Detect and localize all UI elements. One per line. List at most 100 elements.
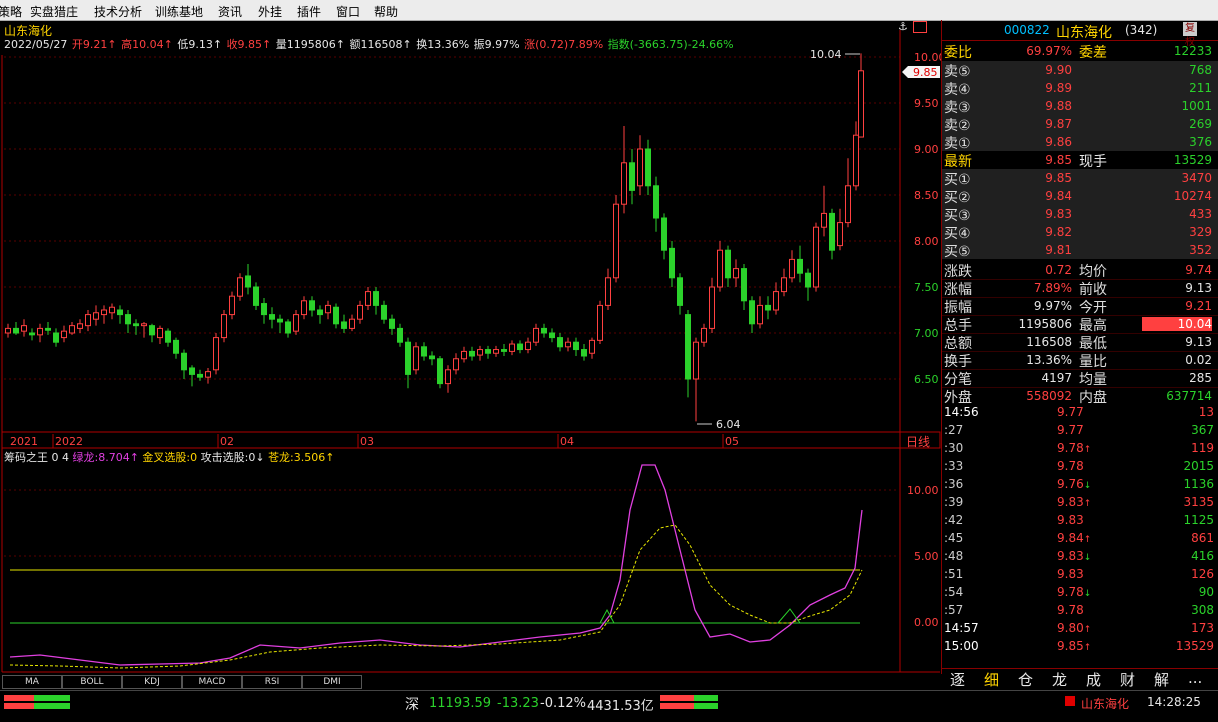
indicator-params: 0 4 <box>51 451 70 464</box>
row-volume: 376 <box>1189 135 1212 149</box>
side-tab[interactable]: ... <box>1188 669 1202 687</box>
row-volume: 433 <box>1189 207 1212 221</box>
candle-body <box>109 306 115 314</box>
menu-item-strategy[interactable]: 策略 <box>0 3 22 20</box>
row-label: 委比 <box>944 45 972 61</box>
menu-item-help[interactable]: 帮助 <box>374 3 398 20</box>
ask-row[interactable]: 卖① 9.86 376 <box>942 133 1218 152</box>
candle-body <box>213 337 219 371</box>
candle-body <box>581 349 587 357</box>
side-tab[interactable]: 解 <box>1154 669 1169 690</box>
candle-body <box>549 332 555 339</box>
bid-row[interactable]: 买⑤ 9.81 352 <box>942 241 1218 260</box>
side-tab[interactable]: 逐 <box>950 669 965 690</box>
candle-body <box>189 367 195 375</box>
candle-body <box>701 327 707 343</box>
tick-volume: 3135 <box>1183 495 1214 509</box>
tab-dmi[interactable]: DMI <box>302 675 362 689</box>
bid-row[interactable]: 买② 9.84 10274 <box>942 187 1218 206</box>
candle-body <box>165 330 171 343</box>
ask-row[interactable]: 卖③ 9.88 1001 <box>942 97 1218 116</box>
row-value: 0.72 <box>1045 263 1072 277</box>
menu-item-live[interactable]: 实盘猎庄 <box>30 3 78 20</box>
window-icon[interactable] <box>913 21 927 33</box>
ask-row[interactable]: 卖② 9.87 269 <box>942 115 1218 134</box>
market-amount: 4431.53亿 <box>587 699 654 714</box>
row-label: 买⑤ <box>944 244 971 260</box>
tick-row: :51 9.83 126 <box>942 565 1218 583</box>
tab-macd[interactable]: MACD <box>182 675 242 689</box>
chart-toolbar: ⚓ <box>898 20 938 34</box>
side-tab[interactable]: 财 <box>1120 669 1135 690</box>
status-stock[interactable]: 山东海化 <box>1081 695 1129 712</box>
menu-item-plugin-ext[interactable]: 外挂 <box>258 3 282 20</box>
stat-row[interactable]: 涨跌 0.72 均价 9.74 <box>942 261 1218 280</box>
menu-item-tech[interactable]: 技术分析 <box>94 3 142 20</box>
row-value-2: 285 <box>1189 371 1212 385</box>
candle-body <box>858 70 864 138</box>
candle-body <box>765 304 771 311</box>
row-value-2: 0.02 <box>1185 353 1212 367</box>
stat-row[interactable]: 分笔 4197 均量 285 <box>942 369 1218 388</box>
row-value: 7.89% <box>1033 281 1072 295</box>
candle-body <box>325 304 331 314</box>
restore-rights-icon[interactable]: 复权 <box>1183 22 1197 48</box>
stock-code: 000822 <box>1004 23 1050 37</box>
quote-panel: 000822 山东海化 (342) 复权 委比 69.97% 委差 12233 卖⑤ 9.… <box>941 20 1218 689</box>
candle-body <box>181 352 187 371</box>
side-tab[interactable]: 成 <box>1086 669 1101 690</box>
weibi-row[interactable]: 委比 69.97% 委差 12233 <box>942 42 1218 61</box>
bid-row[interactable]: 买③ 9.83 433 <box>942 205 1218 224</box>
tab-boll[interactable]: BOLL <box>62 675 122 689</box>
side-tab-active[interactable]: 细 <box>984 669 999 690</box>
candle-body <box>61 330 67 339</box>
indicator-name[interactable]: 筹码之王 <box>4 451 48 464</box>
tab-rsi[interactable]: RSI <box>242 675 302 689</box>
tick-time: 14:56 <box>944 405 979 419</box>
ask-row[interactable]: 卖④ 9.89 211 <box>942 79 1218 98</box>
tab-ma[interactable]: MA <box>2 675 62 689</box>
bid-row[interactable]: 买① 9.85 3470 <box>942 169 1218 188</box>
bid-row[interactable]: 买④ 9.82 329 <box>942 223 1218 242</box>
row-label: 振幅 <box>944 300 972 316</box>
tab-kdj[interactable]: KDJ <box>122 675 182 689</box>
menu-item-plugins[interactable]: 插件 <box>297 3 321 20</box>
kline-chart[interactable]: 10.00 9.50 9.00 8.50 8.00 7.50 7.00 6.50… <box>0 20 941 674</box>
side-tab-bar: 逐 细 仓 龙 成 财 解 ... <box>942 668 1218 691</box>
tick-list[interactable]: 14:56 9.77 13:27 9.77 367:30 9.78↑ 119:33 9.78 2… <box>942 403 1218 653</box>
row-label-2: 委差 <box>1079 45 1107 61</box>
candle-body <box>493 349 499 354</box>
row-value: 9.90 <box>1045 63 1072 77</box>
period-label[interactable]: 日线 <box>906 435 930 449</box>
stat-row[interactable]: 总手 1195806 最高 10.04 <box>942 315 1218 334</box>
row-value: 9.81 <box>1045 243 1072 257</box>
price-tick-label: 7.00 <box>914 327 939 340</box>
menu-item-training[interactable]: 训练基地 <box>155 3 203 20</box>
stat-row[interactable]: 振幅 9.97% 今开 9.21 <box>942 297 1218 316</box>
row-value-2: 9.13 <box>1185 281 1212 295</box>
market-pct: -0.12% <box>540 696 586 711</box>
side-tab[interactable]: 龙 <box>1052 669 1067 690</box>
tick-row: :39 9.83↑ 3135 <box>942 493 1218 511</box>
indicator-title: 筹码之王 0 4 绿龙:8.704↑ 金叉选股:0 攻击选股:0↓ 苍龙:3.5… <box>4 449 334 465</box>
row-volume: 3470 <box>1181 171 1212 185</box>
stock-name: 山东海化 <box>1056 25 1112 41</box>
candle-body <box>789 258 795 279</box>
menu-item-window[interactable]: 窗口 <box>336 3 360 20</box>
row-value: 558092 <box>1026 389 1072 403</box>
last-row[interactable]: 最新 9.85 现手 13529 <box>942 151 1218 170</box>
anchor-icon[interactable]: ⚓ <box>898 20 908 33</box>
time-axis-label: 02 <box>220 435 234 448</box>
tick-price: 9.84↑ <box>1057 531 1092 545</box>
alert-icon[interactable] <box>1065 696 1075 706</box>
menu-item-news[interactable]: 资讯 <box>218 3 242 20</box>
candle-body <box>285 321 291 334</box>
stat-row[interactable]: 换手 13.36% 量比 0.02 <box>942 351 1218 370</box>
row-value-2: 13529 <box>1173 153 1212 167</box>
stat-row[interactable]: 总额 116508 最低 9.13 <box>942 333 1218 352</box>
side-tab[interactable]: 仓 <box>1018 669 1033 690</box>
row-label-2: 均价 <box>1079 264 1107 280</box>
tick-row: 14:56 9.77 13 <box>942 403 1218 421</box>
stat-row[interactable]: 涨幅 7.89% 前收 9.13 <box>942 279 1218 298</box>
ask-row[interactable]: 卖⑤ 9.90 768 <box>942 61 1218 80</box>
